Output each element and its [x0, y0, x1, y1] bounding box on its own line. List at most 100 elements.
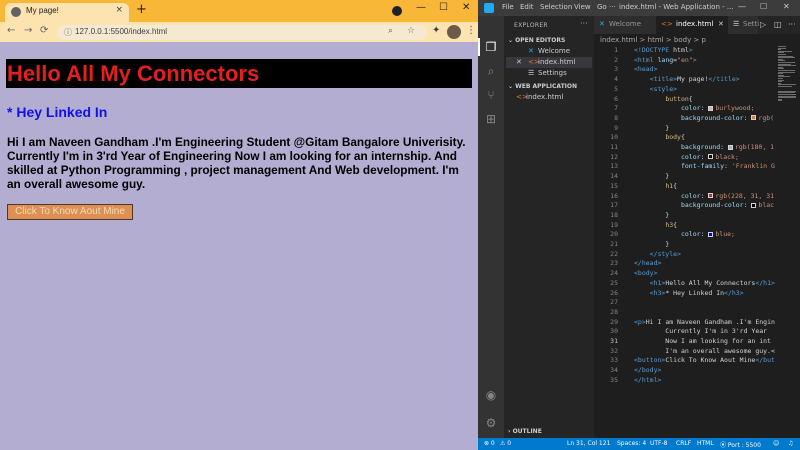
status-port[interactable]: ⦿ Port : 5500: [720, 440, 761, 449]
code-line[interactable]: <body>: [634, 269, 658, 277]
code-line[interactable]: <p>Hi I am Naveen Gandham .I'm Engin: [634, 318, 775, 326]
code-line[interactable]: <h1>Hello All My Connectors</h1>: [634, 279, 775, 287]
code-line[interactable]: body{: [634, 133, 685, 141]
run-icon[interactable]: ▷: [760, 20, 766, 29]
explorer-more-icon[interactable]: ···: [580, 19, 588, 28]
address-url[interactable]: 127.0.0.1:5500/index.html: [75, 27, 167, 36]
open-editor-welcome[interactable]: ✕ Welcome: [506, 46, 592, 57]
status-warnings[interactable]: ⚠ 0: [500, 440, 511, 447]
manage-gear-icon[interactable]: ⚙: [484, 416, 498, 430]
vscode-maximize-button[interactable]: ☐: [760, 2, 767, 11]
code-line[interactable]: color: blue;: [634, 230, 735, 238]
activity-bar: ❐ ⌕ ⑂ ⊞ ◉ ⚙: [478, 16, 504, 438]
code-line[interactable]: </body>: [634, 366, 661, 374]
notifications-bell-icon[interactable]: ♫: [788, 440, 793, 447]
status-encoding[interactable]: UTF-8: [650, 440, 668, 447]
code-line[interactable]: }: [634, 172, 669, 180]
info-icon[interactable]: ⓘ: [64, 27, 72, 38]
vscode-minimize-button[interactable]: —: [738, 2, 746, 11]
open-editor-settings[interactable]: ☰ Settings: [506, 68, 592, 79]
window-close-button[interactable]: ✕: [462, 2, 470, 13]
tab-settings[interactable]: ☰ Setti: [728, 16, 759, 34]
source-control-icon[interactable]: ⑂: [484, 88, 498, 102]
status-eol[interactable]: CRLF: [676, 440, 691, 447]
address-bar[interactable]: ⓘ 127.0.0.1:5500/index.html ⌕ ☆: [57, 25, 427, 40]
menu-view[interactable]: View: [574, 3, 591, 11]
workspace-header[interactable]: ⌄ WEB APPLICATION: [508, 83, 577, 90]
zoom-icon[interactable]: ⌕: [388, 26, 393, 36]
tab-close-icon[interactable]: ✕: [718, 20, 724, 28]
reload-button[interactable]: ⟳: [40, 25, 48, 36]
code-line[interactable]: color: black;: [634, 153, 739, 161]
open-editor-index-html[interactable]: ✕ <> index.html: [506, 57, 592, 68]
more-menu-icon[interactable]: ⋮: [466, 25, 476, 36]
menu-selection[interactable]: Selection: [540, 3, 572, 11]
workspace-file-index-html[interactable]: <> index.html: [506, 92, 592, 103]
open-editors-header[interactable]: ⌄ OPEN EDITORS: [508, 37, 565, 44]
code-line[interactable]: </style>: [634, 250, 681, 258]
status-spaces[interactable]: Spaces: 4: [617, 440, 646, 447]
status-language[interactable]: HTML: [697, 440, 714, 447]
code-editor[interactable]: 1 <!DOCTYPE html> 2 <html lang="en"> 3 <head>…: [594, 46, 800, 426]
explorer-icon[interactable]: ❐: [484, 40, 498, 54]
code-line[interactable]: <button>Click To Know Aout Mine</but: [634, 356, 775, 364]
profile-avatar[interactable]: [447, 25, 461, 39]
bookmark-star-icon[interactable]: ☆: [407, 26, 415, 36]
tab-index-html[interactable]: <> index.html ✕: [656, 16, 728, 34]
code-line[interactable]: color: burlywood;: [634, 104, 755, 112]
code-line[interactable]: background: rgb(180, 1: [634, 143, 774, 151]
window-maximize-button[interactable]: ☐: [439, 2, 448, 13]
account-icon[interactable]: ◉: [484, 388, 498, 402]
code-line[interactable]: I'm an overall awesome guy.<: [634, 347, 775, 355]
forward-button[interactable]: →: [24, 25, 32, 36]
feedback-icon[interactable]: ☺: [773, 440, 779, 447]
window-minimize-button[interactable]: —: [416, 2, 426, 13]
extensions-icon[interactable]: ✦: [432, 25, 440, 36]
code-line[interactable]: Currently I'm in 3'rd Year: [634, 327, 767, 335]
close-icon[interactable]: ✕: [516, 58, 522, 66]
code-line[interactable]: color: rgb(228, 31, 31: [634, 192, 774, 200]
tab-welcome[interactable]: ✕ Welcome: [594, 16, 656, 34]
outline-header[interactable]: › OUTLINE: [508, 428, 542, 435]
minimap[interactable]: [776, 46, 800, 106]
vscode-close-button[interactable]: ✕: [783, 2, 790, 11]
menu-file[interactable]: File: [502, 3, 514, 11]
code-line[interactable]: }: [634, 124, 669, 132]
code-line[interactable]: h1{: [634, 182, 677, 190]
code-line[interactable]: </html>: [634, 376, 661, 384]
code-line[interactable]: font-family: 'Franklin G: [634, 162, 775, 170]
tab-close-icon[interactable]: ×: [115, 5, 123, 15]
menu-go[interactable]: Go: [597, 3, 607, 11]
editor-more-icon[interactable]: ···: [788, 20, 796, 29]
code-line[interactable]: <h3>* Hey Linked In</h3>: [634, 289, 744, 297]
menu-more[interactable]: ···: [609, 3, 616, 11]
code-line[interactable]: }: [634, 211, 669, 219]
status-position[interactable]: Ln 31, Col 121: [567, 440, 610, 447]
search-icon[interactable]: ⌕: [484, 64, 498, 78]
split-editor-icon[interactable]: ◫: [774, 20, 782, 29]
code-line[interactable]: button{: [634, 95, 692, 103]
line-number: 7: [614, 104, 618, 113]
code-line[interactable]: <title>My page!</title>: [634, 75, 740, 83]
know-about-button[interactable]: Click To Know Aout Mine: [7, 204, 133, 220]
new-tab-button[interactable]: +: [136, 3, 147, 17]
browser-tab[interactable]: My page! ×: [5, 3, 129, 22]
menu-edit[interactable]: Edit: [520, 3, 534, 11]
code-line[interactable]: background-color: rgb(: [634, 114, 774, 122]
status-errors[interactable]: ⊗ 0: [484, 440, 495, 447]
extensions-icon[interactable]: ⊞: [484, 112, 498, 126]
code-line[interactable]: <html lang="en">: [634, 56, 697, 64]
code-line[interactable]: <style>: [634, 85, 677, 93]
editor-tabs: ✕ Welcome <> index.html ✕ ☰ Setti ▷ ◫ ··…: [594, 16, 800, 34]
code-line[interactable]: </head>: [634, 259, 661, 267]
code-line[interactable]: background-color: blac: [634, 201, 774, 209]
code-line[interactable]: Now I am looking for an int: [634, 337, 771, 345]
back-button[interactable]: ←: [7, 25, 15, 36]
code-line[interactable]: }: [634, 240, 669, 248]
code-line[interactable]: <!DOCTYPE html>: [634, 46, 693, 54]
code-line[interactable]: h3{: [634, 221, 677, 229]
line-number: 9: [614, 123, 618, 132]
code-line[interactable]: <head>: [634, 65, 658, 73]
tab-search-icon[interactable]: [392, 6, 402, 16]
breadcrumb[interactable]: index.html > html > body > p: [600, 36, 706, 44]
